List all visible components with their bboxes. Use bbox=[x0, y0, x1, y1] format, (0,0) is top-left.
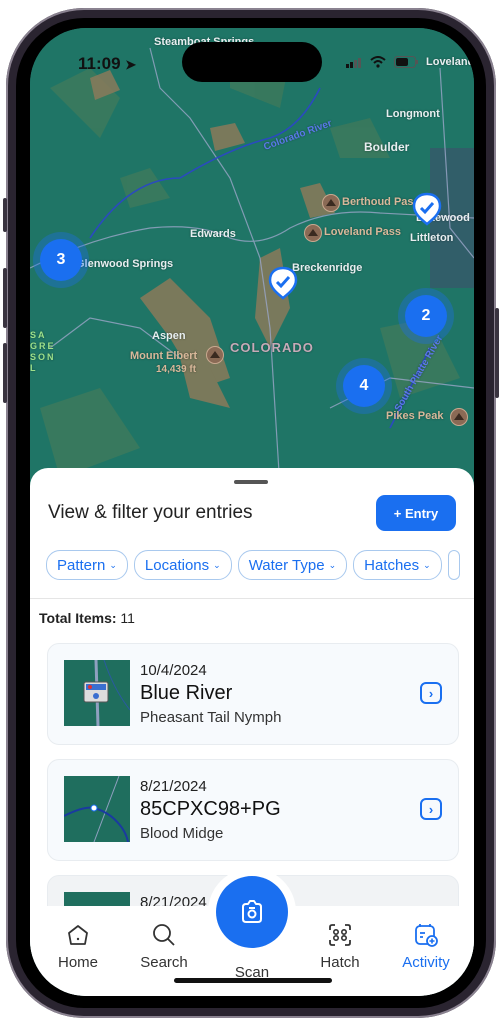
filter-chip-pattern[interactable]: Pattern ⌄ bbox=[46, 550, 128, 580]
battery-icon bbox=[394, 56, 418, 68]
filter-chip-hatches[interactable]: Hatches ⌄ bbox=[353, 550, 442, 580]
status-time: 11:09 ➤ bbox=[78, 54, 137, 73]
chevron-right-icon[interactable]: › bbox=[420, 798, 442, 820]
map-label-glenwood-springs: Glenwood Springs bbox=[76, 258, 174, 270]
action-button bbox=[3, 198, 7, 232]
peak-icon-berthoud bbox=[322, 194, 340, 212]
entry-thumbnail-map bbox=[64, 660, 130, 726]
wifi-icon bbox=[370, 56, 386, 68]
map-label-loveland-pass: Loveland Pass bbox=[324, 226, 402, 238]
map-label-longmont: Longmont bbox=[386, 108, 440, 120]
filter-chip-locations[interactable]: Locations ⌄ bbox=[133, 550, 232, 580]
map-pin-check[interactable] bbox=[268, 266, 298, 300]
map-label-national-forest: SA GRE SON L bbox=[30, 330, 56, 373]
divider bbox=[30, 598, 474, 599]
map-label-littleton: Littleton bbox=[410, 232, 454, 244]
camera-icon bbox=[242, 900, 262, 923]
map-pin-check[interactable] bbox=[412, 192, 442, 226]
map-label-colorado: COLORADO bbox=[230, 340, 314, 355]
home-indicator[interactable] bbox=[174, 978, 332, 983]
map-label-boulder: Boulder bbox=[364, 140, 410, 154]
chevron-down-icon: ⌄ bbox=[109, 559, 117, 570]
entry-date: 8/21/2024 bbox=[140, 778, 207, 795]
chevron-down-icon: ⌄ bbox=[423, 559, 431, 570]
search-icon bbox=[153, 924, 175, 946]
filter-chips: Pattern ⌄ Locations ⌄ Water Type ⌄ Hatches ⌄ bbox=[46, 550, 460, 580]
map-cluster-4[interactable]: 4 bbox=[336, 358, 392, 414]
map-label-pikes-peak: Pikes Peak bbox=[386, 410, 444, 422]
entry-title: 85CPXC98+PG bbox=[140, 798, 281, 820]
map-thumbnail bbox=[64, 776, 129, 842]
screen: Steamboat Springs Loveland Longmont Boul… bbox=[30, 28, 474, 996]
entry-subtitle: Blood Midge bbox=[140, 825, 224, 842]
tab-search[interactable]: Search bbox=[124, 920, 204, 971]
volume-up-button bbox=[3, 268, 7, 328]
home-icon bbox=[68, 925, 88, 945]
entry-thumbnail-map bbox=[64, 776, 130, 842]
peak-icon-mount-elbert bbox=[206, 346, 224, 364]
chevron-down-icon: ⌄ bbox=[328, 559, 337, 570]
entry-subtitle: Pheasant Tail Nymph bbox=[140, 709, 282, 726]
map-cluster-3[interactable]: 3 bbox=[33, 232, 89, 288]
map-thumbnail bbox=[83, 660, 130, 726]
chevron-down-icon: ⌄ bbox=[213, 559, 221, 570]
map-label-mount-elbert: Mount Elbert bbox=[130, 350, 198, 362]
map-label-berthoud-pass: Berthoud Pass bbox=[342, 196, 420, 208]
hatch-scan-icon bbox=[329, 924, 351, 946]
map-view[interactable]: Steamboat Springs Loveland Longmont Boul… bbox=[30, 28, 474, 488]
entry-card[interactable]: 10/4/2024 Blue River Pheasant Tail Nymph… bbox=[47, 643, 459, 745]
entry-date: 10/4/2024 bbox=[140, 662, 207, 679]
cellular-signal-icon bbox=[346, 57, 361, 68]
filter-chip-water-type[interactable]: Water Type ⌄ bbox=[237, 550, 348, 580]
peak-icon-loveland-pass bbox=[304, 224, 322, 242]
location-arrow-icon: ➤ bbox=[125, 57, 137, 72]
map-label-aspen: Aspen bbox=[152, 330, 186, 342]
peak-icon-pikes-peak bbox=[450, 408, 468, 426]
sheet-grabber[interactable] bbox=[234, 480, 268, 484]
chevron-right-icon[interactable]: › bbox=[420, 682, 442, 704]
sheet-title: View & filter your entries bbox=[48, 502, 253, 523]
volume-down-button bbox=[3, 343, 7, 403]
map-cluster-2[interactable]: 2 bbox=[398, 288, 454, 344]
tab-activity[interactable]: Activity bbox=[386, 920, 466, 971]
scan-button[interactable] bbox=[208, 868, 296, 956]
total-items: Total Items: 11 bbox=[39, 610, 135, 626]
map-label-loveland: Loveland bbox=[426, 56, 474, 68]
add-entry-button[interactable]: + Entry bbox=[376, 495, 456, 531]
tab-hatch[interactable]: Hatch bbox=[300, 920, 380, 971]
entry-card[interactable]: 8/21/2024 85CPXC98+PG Blood Midge › bbox=[47, 759, 459, 861]
dynamic-island bbox=[182, 42, 322, 82]
map-label-edwards: Edwards bbox=[190, 228, 236, 240]
filter-chip-more[interactable] bbox=[447, 550, 460, 580]
entry-title: Blue River bbox=[140, 682, 233, 704]
status-icons bbox=[346, 56, 418, 68]
calendar-plus-icon bbox=[415, 924, 438, 947]
map-label-breckenridge: Breckenridge bbox=[292, 262, 363, 274]
map-label-elevation: 14,439 ft bbox=[156, 364, 197, 375]
power-button bbox=[495, 308, 499, 398]
tab-home[interactable]: Home bbox=[38, 920, 118, 971]
